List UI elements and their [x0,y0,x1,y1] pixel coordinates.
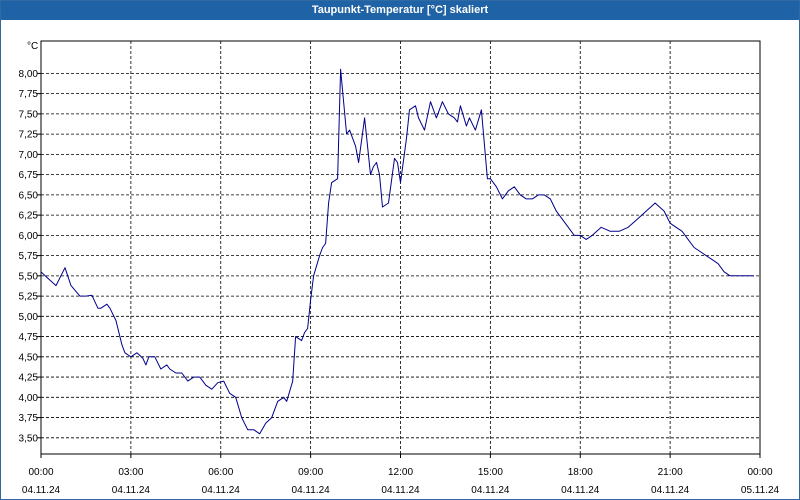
x-tick-date-label: 04.11.24 [22,485,61,496]
y-axis-unit-label: °C [27,41,38,52]
x-tick-date-label: 04.11.24 [471,485,510,496]
y-tick-label: 3,50 [19,433,39,444]
axes [37,40,761,458]
x-tick-date-label: 04.11.24 [561,485,600,496]
y-tick-label: 6,00 [19,231,39,242]
x-tick-date-label: 04.11.24 [381,485,420,496]
x-tick-time-label: 18:00 [568,467,593,478]
y-tick-label: 6,75 [19,170,39,181]
y-tick-label: 7,75 [19,89,39,100]
x-axis-ticks: 00:00 04.11.24 03:00 04.11.24 06:00 04.11.24 0… [22,467,780,496]
grid [41,41,760,454]
dewpoint-chart: 3,50 3,75 4,00 4,25 4,50 4,75 5,00 5,25 5,50 5,75… [19,40,780,496]
x-tick-time-label: 03:00 [118,467,143,478]
x-tick-time-label: 00:00 [747,467,772,478]
y-tick-label: 4,50 [19,352,39,363]
y-tick-label: 7,00 [19,150,39,161]
dewpoint-series-line [40,68,754,435]
chart-title: Taupunkt-Temperatur [°C] skaliert [1,1,799,20]
x-tick-time-label: 06:00 [208,467,233,478]
x-tick-time-label: 15:00 [478,467,503,478]
x-tick-date-label: 04.11.24 [202,485,241,496]
series-layer [40,68,754,435]
y-tick-label: 4,25 [19,373,39,384]
y-tick-label: 5,00 [19,312,39,323]
y-axis-ticks: 3,50 3,75 4,00 4,25 4,50 4,75 5,00 5,25 5,50 5,75… [19,69,39,444]
y-tick-label: 8,00 [19,69,39,80]
x-tick-date-label: 04.11.24 [651,485,690,496]
y-tick-label: 6,50 [19,190,39,201]
x-tick-time-label: 12:00 [388,467,413,478]
y-tick-label: 7,50 [19,109,39,120]
x-tick-date-label: 05.11.24 [741,485,780,496]
chart-window: Taupunkt-Temperatur [°C] skaliert 3,50 3,… [0,0,800,500]
y-tick-label: 5,25 [19,292,39,303]
x-tick-date-label: 04.11.24 [112,485,151,496]
y-tick-label: 5,75 [19,251,39,262]
x-tick-time-label: 00:00 [28,467,53,478]
x-tick-time-label: 09:00 [298,467,323,478]
x-tick-time-label: 21:00 [658,467,683,478]
x-tick-date-label: 04.11.24 [292,485,331,496]
y-tick-label: 7,25 [19,130,39,141]
y-tick-label: 6,25 [19,211,39,222]
y-tick-label: 4,75 [19,332,39,343]
y-tick-label: 5,50 [19,271,39,282]
y-tick-label: 4,00 [19,393,39,404]
y-tick-label: 3,75 [19,413,39,424]
